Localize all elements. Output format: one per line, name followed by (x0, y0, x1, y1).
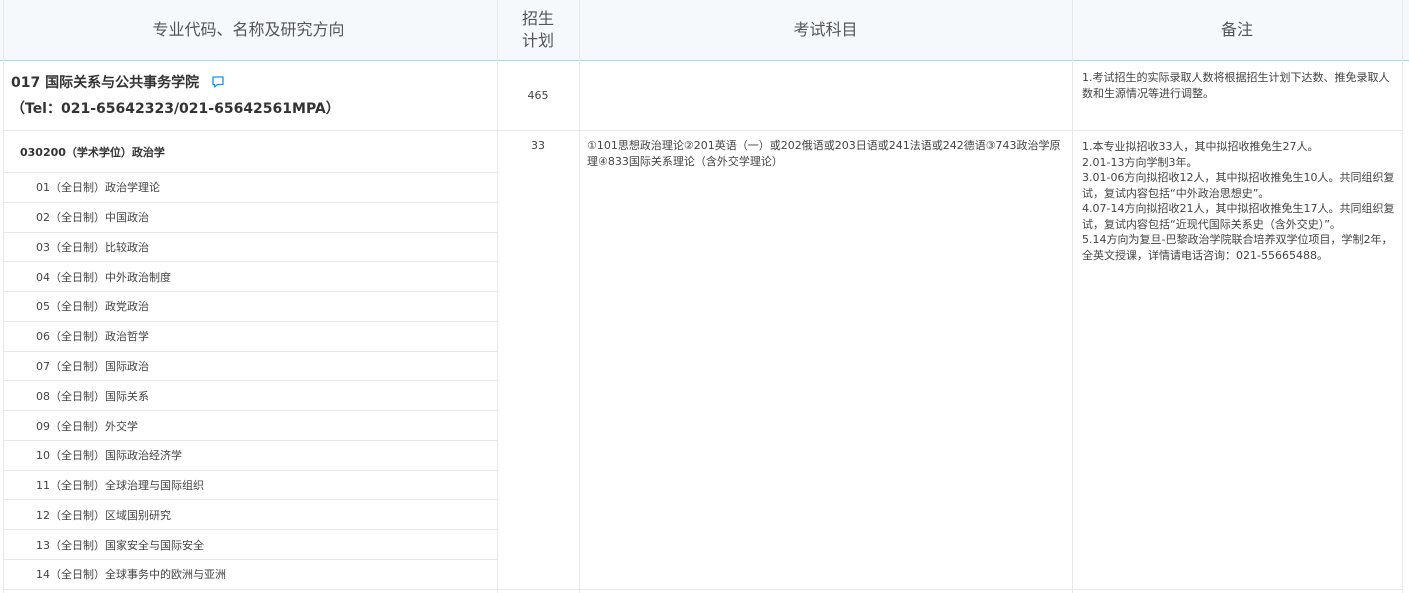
header-notes: 备注 (1220, 20, 1253, 39)
school-name: 017 国际关系与公共事务学院 (11, 72, 225, 92)
direction-item: 05（全日制）政党政治 (36, 300, 149, 313)
header-plan: 招生 计划 (521, 9, 554, 50)
major-plan: 33 (531, 139, 545, 152)
direction-item: 08（全日制）国际关系 (36, 390, 149, 403)
direction-item: 14（全日制）全球事务中的欧洲与亚洲 (36, 568, 226, 581)
major-title: 030200（学术学位）政治学 (20, 146, 165, 159)
direction-item: 06（全日制）政治哲学 (36, 330, 149, 343)
note-line: 4.07-14方向拟招收21人，其中拟招收推免生17人。共同组织复试，复试内容包… (1082, 202, 1395, 231)
note-line: 5.14方向为复旦-巴黎政治学院联合培养双学位项目，学制2年，全英文授课，详情请… (1082, 233, 1393, 262)
direction-item: 13（全日制）国家安全与国际安全 (36, 539, 204, 552)
note-line: 3.01-06方向拟招收12人，其中拟招收推免生10人。共同组织复试，复试内容包… (1082, 171, 1395, 200)
note-line: 2.01-13方向学制3年。 (1082, 155, 1198, 169)
direction-item: 11（全日制）全球治理与国际组织 (36, 479, 204, 492)
school-tel: （Tel：021-65642323/021-65642561MPA） (11, 101, 340, 117)
major-exam-subjects: ①101思想政治理论②201英语（一）或202俄语或203日语或241法语或24… (587, 139, 1061, 168)
comment-icon[interactable] (211, 75, 225, 89)
header-major: 专业代码、名称及研究方向 (152, 20, 345, 39)
school-name-text: 017 国际关系与公共事务学院 (11, 75, 200, 91)
direction-item: 02（全日制）中国政治 (36, 211, 149, 224)
note-line: 1.本专业拟招收33人，其中拟招收推免生27人。 (1082, 140, 1319, 153)
major-notes: 1.本专业拟招收33人，其中拟招收推免生27人。 2.01-13方向学制3年。 … (1082, 139, 1395, 263)
direction-item: 03（全日制）比较政治 (36, 241, 149, 254)
direction-item: 10（全日制）国际政治经济学 (36, 449, 182, 462)
school-plan: 465 (527, 89, 549, 102)
enrollment-table: 专业代码、名称及研究方向 招生 计划 考试科目 备注 017 国际关系与公共事务… (0, 0, 1409, 593)
direction-item: 04（全日制）中外政治制度 (36, 271, 171, 284)
direction-item: 12（全日制）区域国别研究 (36, 509, 171, 522)
direction-item: 09（全日制）外交学 (36, 420, 138, 433)
table-header: 专业代码、名称及研究方向 招生 计划 考试科目 备注 (0, 0, 1409, 61)
header-exam: 考试科目 (793, 20, 858, 39)
direction-item: 07（全日制）国际政治 (36, 360, 149, 373)
school-note: 1.考试招生的实际录取人数将根据招生计划下达数、推免录取人数和生源情况等进行调整… (1082, 71, 1390, 100)
direction-item: 01（全日制）政治学理论 (36, 181, 160, 194)
